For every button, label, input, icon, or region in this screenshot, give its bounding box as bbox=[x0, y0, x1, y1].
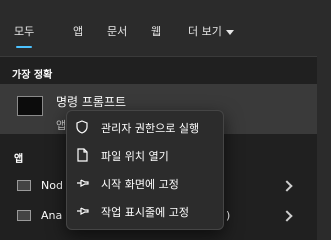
best-match-title: 명령 프롬프트 bbox=[56, 95, 127, 109]
tab-more[interactable]: 더 보기 bbox=[188, 22, 234, 42]
menu-item-run-as-admin[interactable]: 관리자 권한으로 실행 bbox=[75, 117, 215, 139]
command-prompt-icon bbox=[17, 96, 43, 116]
filter-tabs: 모두 앱 문서 웹 더 보기 bbox=[0, 0, 331, 57]
menu-item-pin-taskbar[interactable]: 작업 표시줄에 고정 bbox=[75, 201, 215, 223]
app-label: Ana bbox=[41, 209, 63, 222]
apps-heading: 앱 bbox=[14, 154, 24, 165]
menu-item-label: 작업 표시줄에 고정 bbox=[101, 206, 189, 219]
tab-web[interactable]: 웹 bbox=[151, 22, 161, 42]
search-panel: 모두 앱 문서 웹 더 보기 가장 정확 명령 프롬프트 앱 앱 Nod Ana… bbox=[0, 0, 331, 240]
app-label: Nod bbox=[41, 179, 63, 192]
menu-item-pin-start[interactable]: 시작 화면에 고정 bbox=[75, 173, 215, 195]
pin-icon bbox=[77, 179, 89, 187]
shield-icon bbox=[76, 120, 88, 134]
tab-all[interactable]: 모두 bbox=[14, 22, 34, 48]
app-icon bbox=[17, 180, 31, 191]
tab-more-label: 더 보기 bbox=[188, 25, 222, 38]
chevron-right-icon[interactable] bbox=[281, 210, 293, 222]
chevron-right-icon[interactable] bbox=[281, 180, 293, 192]
tab-apps[interactable]: 앱 bbox=[73, 22, 83, 42]
scrollbar[interactable] bbox=[317, 56, 331, 240]
menu-item-label: 관리자 권한으로 실행 bbox=[101, 122, 200, 135]
best-match-subtitle: 앱 bbox=[56, 119, 67, 132]
tab-documents[interactable]: 문서 bbox=[107, 22, 127, 42]
file-icon bbox=[77, 148, 88, 162]
menu-item-label: 파일 위치 열기 bbox=[101, 150, 169, 163]
app-label-overflow: ) bbox=[226, 209, 231, 222]
context-menu: 관리자 권한으로 실행 파일 위치 열기 시작 화면에 고정 작업 표시줄에 고… bbox=[66, 110, 224, 230]
best-match-heading: 가장 정확 bbox=[12, 70, 53, 81]
chevron-down-icon bbox=[225, 29, 234, 35]
app-icon bbox=[17, 210, 31, 221]
menu-item-label: 시작 화면에 고정 bbox=[101, 178, 179, 191]
pin-icon bbox=[77, 207, 89, 215]
menu-item-open-location[interactable]: 파일 위치 열기 bbox=[75, 145, 215, 167]
